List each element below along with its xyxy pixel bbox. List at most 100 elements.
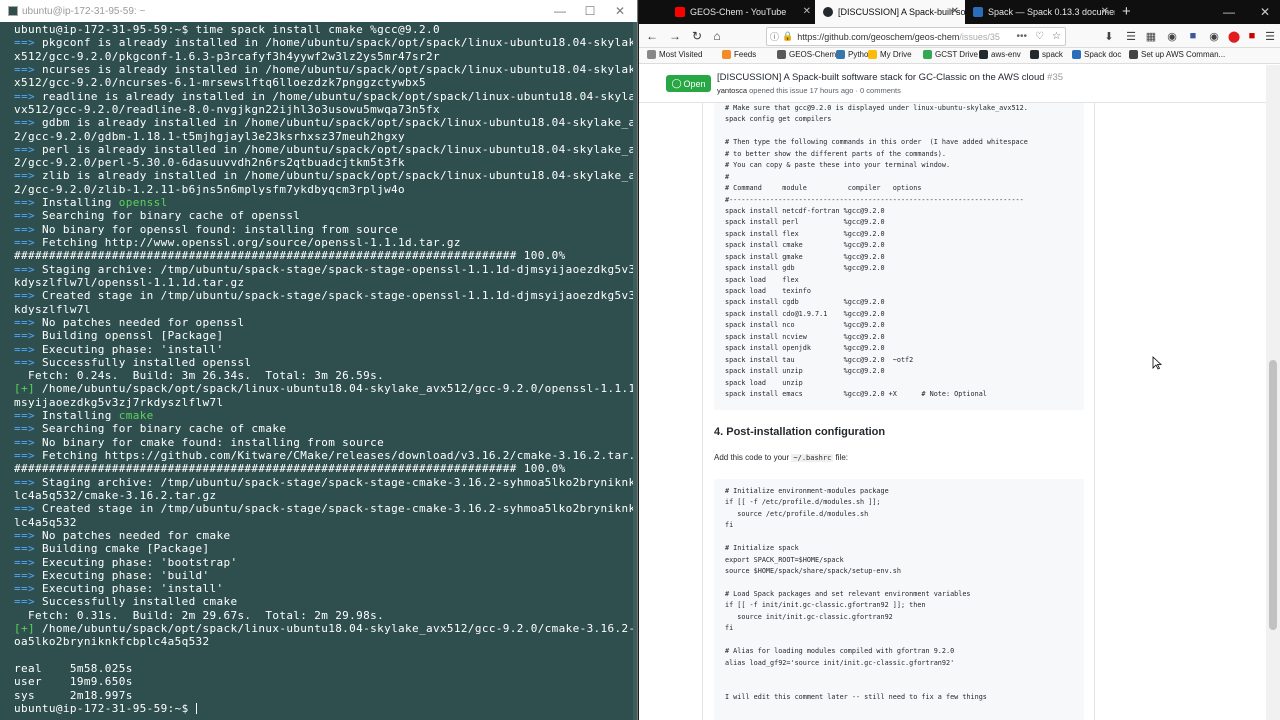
downloads-icon[interactable]: ⬇ <box>1102 29 1116 43</box>
code-line: spack install tau %gcc@9.2.0 ~otf2 <box>725 355 914 364</box>
terminal-line: ==> Successfully installed cmake <box>14 595 636 608</box>
minimize-icon[interactable]: — <box>545 0 575 22</box>
bookmark-item[interactable]: Set up AWS Comman... <box>1129 50 1225 59</box>
tab-youtube[interactable]: GEOS-Chem - YouTube ✕ <box>667 0 817 24</box>
address-bar[interactable]: ⓘ 🔒 https://github.com/geoschem/geos-che… <box>766 27 1066 46</box>
terminal-text: Installing <box>41 196 119 210</box>
tab-spack-docs[interactable]: Spack — Spack 0.13.3 documen ✕ <box>965 0 1115 24</box>
extension-icon[interactable]: ◉ <box>1207 29 1221 43</box>
terminal-text: ==> <box>14 595 42 609</box>
menu-icon[interactable]: ☰ <box>1263 29 1277 43</box>
new-tab-button[interactable]: + <box>1122 3 1131 20</box>
close-icon[interactable]: ✕ <box>803 6 811 17</box>
terminal-text: Staging archive: /tmp/ubuntu/spack-stage… <box>41 262 636 276</box>
terminal-text: kdyszlflw7l/openssl-1.1.1d.tar.gz <box>14 275 245 289</box>
tab-github-issue[interactable]: [DISCUSSION] A Spack-built sof ✕ <box>815 0 965 24</box>
sidebar-icon[interactable]: ▦ <box>1144 29 1158 43</box>
page-actions-icon[interactable]: ••• <box>1017 31 1028 42</box>
adblock-icon[interactable]: ⬤ <box>1227 29 1241 43</box>
bookmark-label: GEOS-Chem <box>789 50 837 59</box>
terminal-scrollbar[interactable] <box>633 22 637 720</box>
code-line: spack install perl %gcc@9.2.0 <box>725 218 885 227</box>
terminal-text: [+] <box>14 622 42 636</box>
close-icon[interactable]: ✕ <box>1101 6 1109 17</box>
terminal-titlebar[interactable]: ubuntu@ip-172-31-95-59: ~ — ☐ ✕ <box>0 0 637 22</box>
scrollbar-thumb[interactable] <box>1269 360 1277 630</box>
browser-window[interactable]: GEOS-Chem - YouTube ✕ [DISCUSSION] A Spa… <box>639 0 1280 720</box>
code-line: spack install cgdb %gcc@9.2.0 <box>725 298 885 307</box>
url-text[interactable]: https://github.com/geoschem/geos-chem/is… <box>797 32 1012 42</box>
terminal-text: [+] <box>14 382 42 396</box>
code-line: I will edit this comment later -- still … <box>725 692 987 701</box>
bookmark-label: My Drive <box>880 50 912 59</box>
code-line: spack install gdb %gcc@9.2.0 <box>725 264 885 273</box>
terminal-text: ==> <box>14 542 42 556</box>
terminal-line: ==> perl is already installed in /home/u… <box>14 143 636 156</box>
bookmark-item[interactable]: Spack doc <box>1072 50 1121 59</box>
close-icon[interactable]: ✕ <box>951 6 959 17</box>
reload-icon[interactable]: ↻ <box>689 28 705 44</box>
info-icon[interactable]: ⓘ <box>770 30 779 43</box>
youtube-icon <box>675 7 685 17</box>
issue-author-link[interactable]: yantosca <box>717 86 747 95</box>
bookmark-item[interactable]: Most Visited <box>647 50 702 59</box>
terminal-text: Building openssl [Package] <box>41 329 224 343</box>
terminal-text: 2/gcc-9.2.0/perl-5.30.0-6dasuuvvdh2n6rs2… <box>14 156 406 170</box>
code-line: if [[ -f /etc/profile.d/modules.sh ]]; <box>725 498 881 507</box>
terminal-line: ==> Searching for binary cache of cmake <box>14 422 636 435</box>
terminal-text: Searching for binary cache of cmake <box>41 422 287 436</box>
bookmark-item[interactable]: aws-env <box>979 50 1021 59</box>
terminal-text: real 5m58.025s <box>14 662 133 675</box>
bookmark-item[interactable]: Feeds <box>722 50 756 59</box>
terminal-text: ==> <box>14 315 42 329</box>
forward-icon[interactable]: → <box>667 28 683 44</box>
maximize-icon[interactable]: ☐ <box>575 0 605 22</box>
terminal-line: ==> readline is already installed in /ho… <box>14 90 636 103</box>
bookmark-icon <box>1030 50 1039 59</box>
terminal-line: ==> Fetching http://www.openssl.org/sour… <box>14 236 636 249</box>
terminal-text: /home/ubuntu/spack/opt/spack/linux-ubunt… <box>41 622 636 636</box>
code-line: source init/init.gc-classic.gfortran92 <box>725 612 893 621</box>
bookmark-item[interactable]: My Drive <box>868 50 912 59</box>
library-icon[interactable]: ☰ <box>1124 29 1138 43</box>
terminal-text: Installing <box>41 409 119 423</box>
terminal-text: Building cmake [Package] <box>41 542 210 556</box>
pocket-icon[interactable]: ♡ <box>1035 31 1044 42</box>
bookmark-item[interactable]: GCST Drive <box>923 50 978 59</box>
code-block-bashrc[interactable]: # Initialize environment-modules package… <box>714 479 1084 720</box>
bookmark-icon <box>1072 50 1081 59</box>
bookmark-item[interactable]: spack <box>1030 50 1063 59</box>
back-icon[interactable]: ← <box>644 28 660 44</box>
terminal-output[interactable]: ubuntu@ip-172-31-95-59:~$ time spack ins… <box>0 22 636 720</box>
page-scrollbar[interactable] <box>1266 65 1280 720</box>
extension-icon[interactable]: ■ <box>1245 29 1259 43</box>
terminal-line: ubuntu@ip-172-31-95-59:~$ time spack ins… <box>14 23 636 36</box>
close-icon[interactable]: ✕ <box>605 0 635 22</box>
code-line: fi <box>725 521 734 530</box>
code-line: spack install cdo@1.9.7.1 %gcc@9.2.0 <box>725 309 885 318</box>
terminal-text: x512/gcc-9.2.0/pkgconf-1.6.3-p3rcafyf3h4… <box>14 49 440 63</box>
code-block-spack-commands[interactable]: # Make sure that gcc@9.2.0 is displayed … <box>714 103 1084 410</box>
terminal-line: kdyszlflw7l/openssl-1.1.1d.tar.gz <box>14 276 636 289</box>
sync-icon[interactable]: ◉ <box>1165 29 1179 43</box>
code-line: spack load texinfo <box>725 287 811 295</box>
terminal-line: [+] /home/ubuntu/spack/opt/spack/linux-u… <box>14 382 636 395</box>
home-icon[interactable]: ⌂ <box>709 28 725 44</box>
terminal-line: ########################################… <box>14 462 636 475</box>
terminal-line: ==> Executing phase: 'build' <box>14 569 636 582</box>
terminal-line: ubuntu@ip-172-31-95-59:~$ <box>14 702 636 715</box>
navigation-bar: ← → ↻ ⌂ ⓘ 🔒 https://github.com/geoschem/… <box>639 24 1280 48</box>
page-content[interactable]: ◯ Open [DISCUSSION] A Spack-built softwa… <box>639 65 1280 720</box>
tab-bar: GEOS-Chem - YouTube ✕ [DISCUSSION] A Spa… <box>639 0 1280 24</box>
terminal-text: perl is already installed in /home/ubunt… <box>41 142 636 156</box>
extension-icon[interactable]: ■ <box>1186 29 1200 43</box>
terminal-text: 2/gcc-9.2.0/zlib-1.2.11-b6jns5n6mplysfm7… <box>14 182 406 196</box>
terminal-window[interactable]: ubuntu@ip-172-31-95-59: ~ — ☐ ✕ ubuntu@i… <box>0 0 638 720</box>
minimize-icon[interactable]: — <box>1214 0 1244 24</box>
close-icon[interactable]: ✕ <box>1250 0 1280 24</box>
bookmark-icon <box>777 50 786 59</box>
spack-icon <box>973 7 983 17</box>
bookmark-item[interactable]: GEOS-Chem <box>777 50 836 59</box>
bookmark-star-icon[interactable]: ☆ <box>1052 31 1061 42</box>
